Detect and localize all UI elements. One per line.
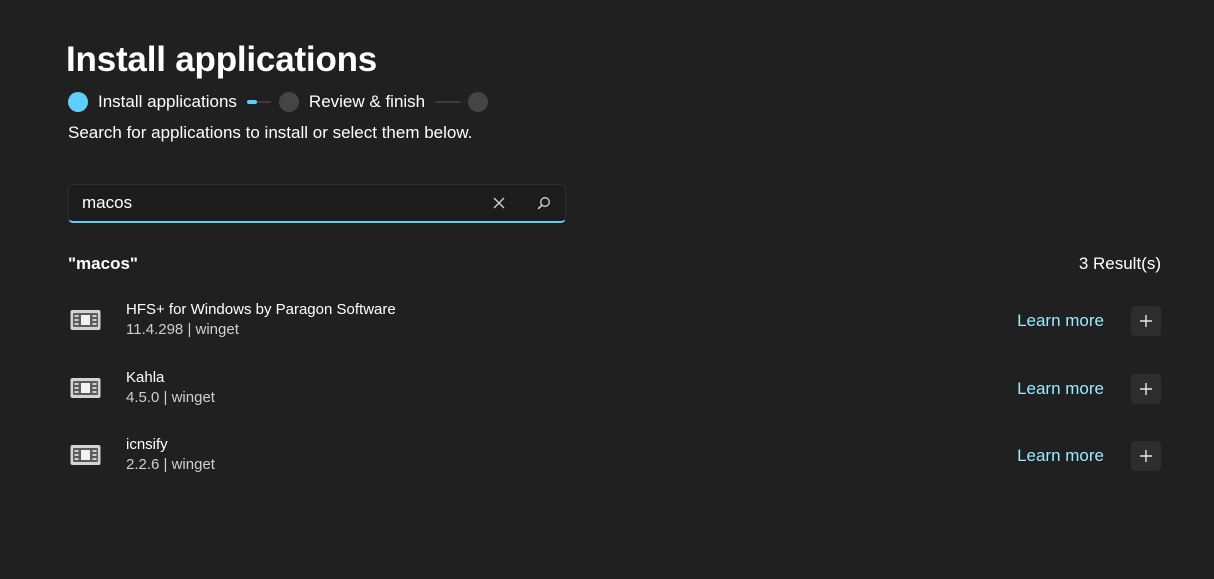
- search-query-label: "macos": [68, 254, 138, 273]
- add-app-button[interactable]: [1131, 374, 1161, 404]
- step-3-indicator: [468, 92, 489, 112]
- app-package-icon: [70, 445, 101, 465]
- result-item: Kahla 4.5.0 | winget Learn more: [68, 368, 1161, 412]
- search-input[interactable]: [69, 185, 482, 221]
- plus-icon: [1140, 315, 1152, 327]
- close-icon: [493, 197, 505, 209]
- learn-more-link[interactable]: Learn more: [1017, 445, 1104, 467]
- add-app-button[interactable]: [1131, 441, 1161, 471]
- search-icon: [537, 197, 550, 210]
- learn-more-link[interactable]: Learn more: [1017, 378, 1104, 400]
- result-item: HFS+ for Windows by Paragon Software 11.…: [68, 300, 1161, 344]
- step-connector-2: [436, 101, 461, 103]
- add-app-button[interactable]: [1131, 306, 1161, 336]
- step-2-label: Review & finish: [308, 92, 426, 111]
- plus-icon: [1140, 450, 1152, 462]
- clear-search-button[interactable]: [487, 192, 511, 214]
- progress-stepper: Install applications Review & finish: [68, 91, 489, 113]
- result-item: icnsify 2.2.6 | winget Learn more: [68, 435, 1161, 479]
- plus-icon: [1140, 383, 1152, 395]
- results-count: 3 Result(s): [1078, 254, 1161, 273]
- step-1-label: Install applications: [98, 92, 237, 111]
- app-version-source: 11.4.298 | winget: [126, 321, 239, 338]
- page-subtitle: Search for applications to install or se…: [68, 123, 473, 142]
- app-version-source: 2.2.6 | winget: [126, 456, 215, 473]
- search-box: [68, 184, 566, 223]
- app-name: HFS+ for Windows by Paragon Software: [126, 301, 396, 318]
- app-version-source: 4.5.0 | winget: [126, 389, 215, 406]
- search-button[interactable]: [532, 192, 556, 214]
- step-1-indicator: [68, 92, 88, 112]
- app-package-icon: [70, 310, 101, 330]
- app-package-icon: [70, 378, 101, 398]
- step-connector-1: [246, 100, 271, 104]
- app-name: Kahla: [126, 369, 165, 386]
- page-title: Install applications: [66, 40, 378, 79]
- learn-more-link[interactable]: Learn more: [1017, 310, 1104, 332]
- step-2-indicator: [278, 92, 299, 112]
- app-name: icnsify: [126, 436, 168, 453]
